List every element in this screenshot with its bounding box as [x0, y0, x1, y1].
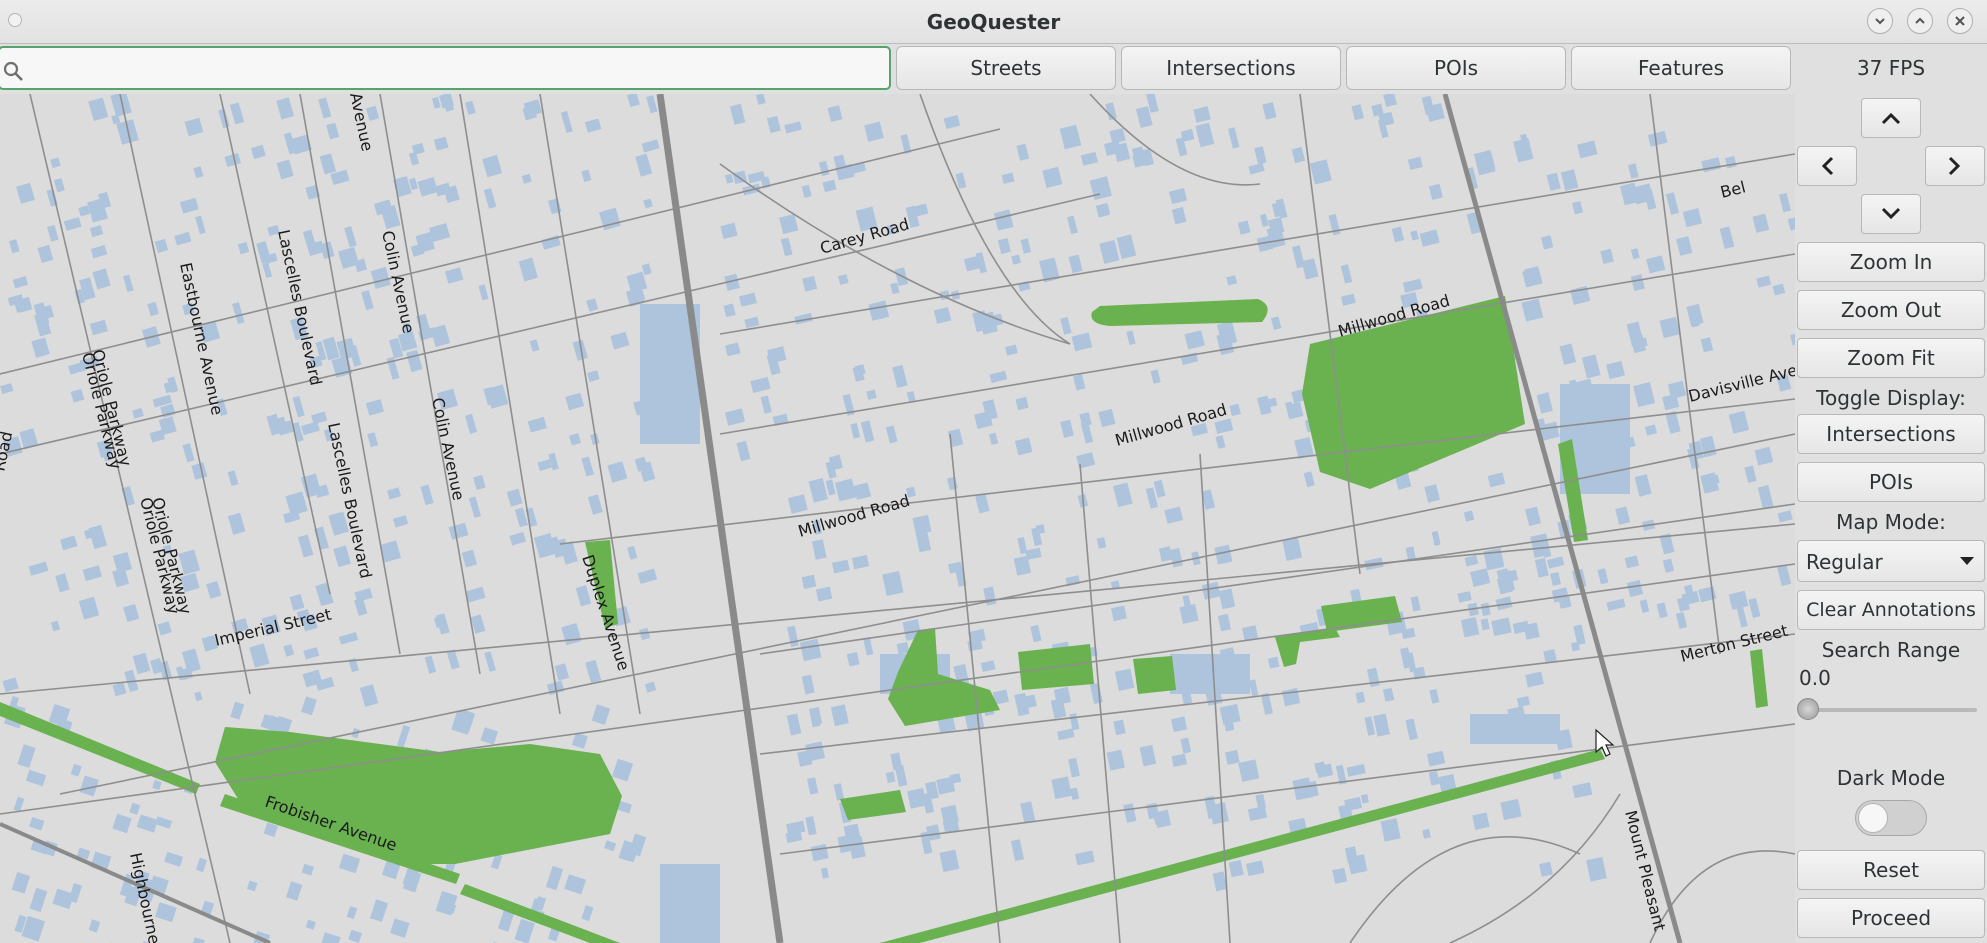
search-input[interactable] [30, 54, 874, 84]
minimize-button[interactable] [1867, 8, 1893, 34]
dropdown-arrow-icon [1960, 557, 1974, 565]
window-title: GeoQuester [926, 10, 1061, 34]
building-footprint [1171, 716, 1188, 733]
chevron-left-icon [1821, 156, 1834, 176]
building-footprint [1300, 780, 1319, 799]
chevron-down-icon [1881, 207, 1901, 220]
search-range-track[interactable] [1805, 708, 1977, 712]
search-box[interactable] [0, 46, 891, 90]
title-bar: GeoQuester [0, 0, 1987, 44]
toggle-knob [1858, 803, 1888, 833]
zoom-in-button[interactable]: Zoom In [1797, 242, 1985, 282]
chevron-right-icon [1948, 156, 1961, 176]
control-panel: 37 FPS Zoom In Zoom Out Zoom Fit Toggle … [1795, 44, 1987, 943]
fps-counter: 37 FPS [1856, 56, 1926, 80]
clear-annotations-button[interactable]: Clear Annotations [1797, 590, 1985, 630]
chevron-down-icon [1875, 18, 1885, 25]
chevron-up-icon [1881, 112, 1901, 125]
chevron-up-icon [1915, 17, 1925, 24]
building-footprint [801, 574, 817, 589]
building-footprint [660, 864, 720, 943]
toolbar: Streets Intersections POIs Features [0, 44, 1795, 94]
map-canvas[interactable]: Carey Road Millwood Road Millwood Road M… [0, 94, 1795, 943]
toggle-display-label: Toggle Display: [1816, 386, 1966, 410]
search-range-label: Search Range [1821, 638, 1961, 662]
building-footprint [1267, 656, 1280, 669]
zoom-out-button[interactable]: Zoom Out [1797, 290, 1985, 330]
close-icon [1955, 16, 1965, 26]
map-mode-select[interactable]: Regular [1797, 540, 1985, 582]
building-footprint [1314, 761, 1326, 774]
building-footprint [1170, 654, 1250, 694]
building-footprint [1500, 798, 1522, 821]
dark-mode-toggle[interactable] [1855, 800, 1927, 836]
proceed-button[interactable]: Proceed [1797, 898, 1985, 938]
building-footprint [1470, 714, 1560, 744]
map-mode-value: Regular [1806, 550, 1883, 574]
building-footprint [1224, 749, 1240, 765]
streets-button[interactable]: Streets [896, 46, 1116, 90]
reset-button[interactable]: Reset [1797, 850, 1985, 890]
building-footprint [1281, 687, 1301, 707]
search-range-value: 0.0 [1799, 666, 1831, 690]
close-button[interactable] [1947, 8, 1973, 34]
maximize-button[interactable] [1907, 8, 1933, 34]
features-button[interactable]: Features [1571, 46, 1791, 90]
toggle-intersections-button[interactable]: Intersections [1797, 414, 1985, 454]
building-footprint [1472, 812, 1490, 830]
pois-button[interactable]: POIs [1346, 46, 1566, 90]
search-range-slider-handle[interactable] [1797, 698, 1819, 720]
pan-right-button[interactable] [1925, 146, 1985, 186]
pan-up-button[interactable] [1861, 98, 1921, 138]
pan-left-button[interactable] [1797, 146, 1857, 186]
intersections-button[interactable]: Intersections [1121, 46, 1341, 90]
map-mode-label: Map Mode: [1836, 510, 1946, 534]
zoom-fit-button[interactable]: Zoom Fit [1797, 338, 1985, 378]
dark-mode-label: Dark Mode [1836, 766, 1946, 790]
pan-down-button[interactable] [1861, 194, 1921, 234]
search-icon [3, 61, 23, 81]
toggle-pois-button[interactable]: POIs [1797, 462, 1985, 502]
building-footprint [1111, 605, 1127, 622]
building-footprint [1347, 854, 1368, 875]
